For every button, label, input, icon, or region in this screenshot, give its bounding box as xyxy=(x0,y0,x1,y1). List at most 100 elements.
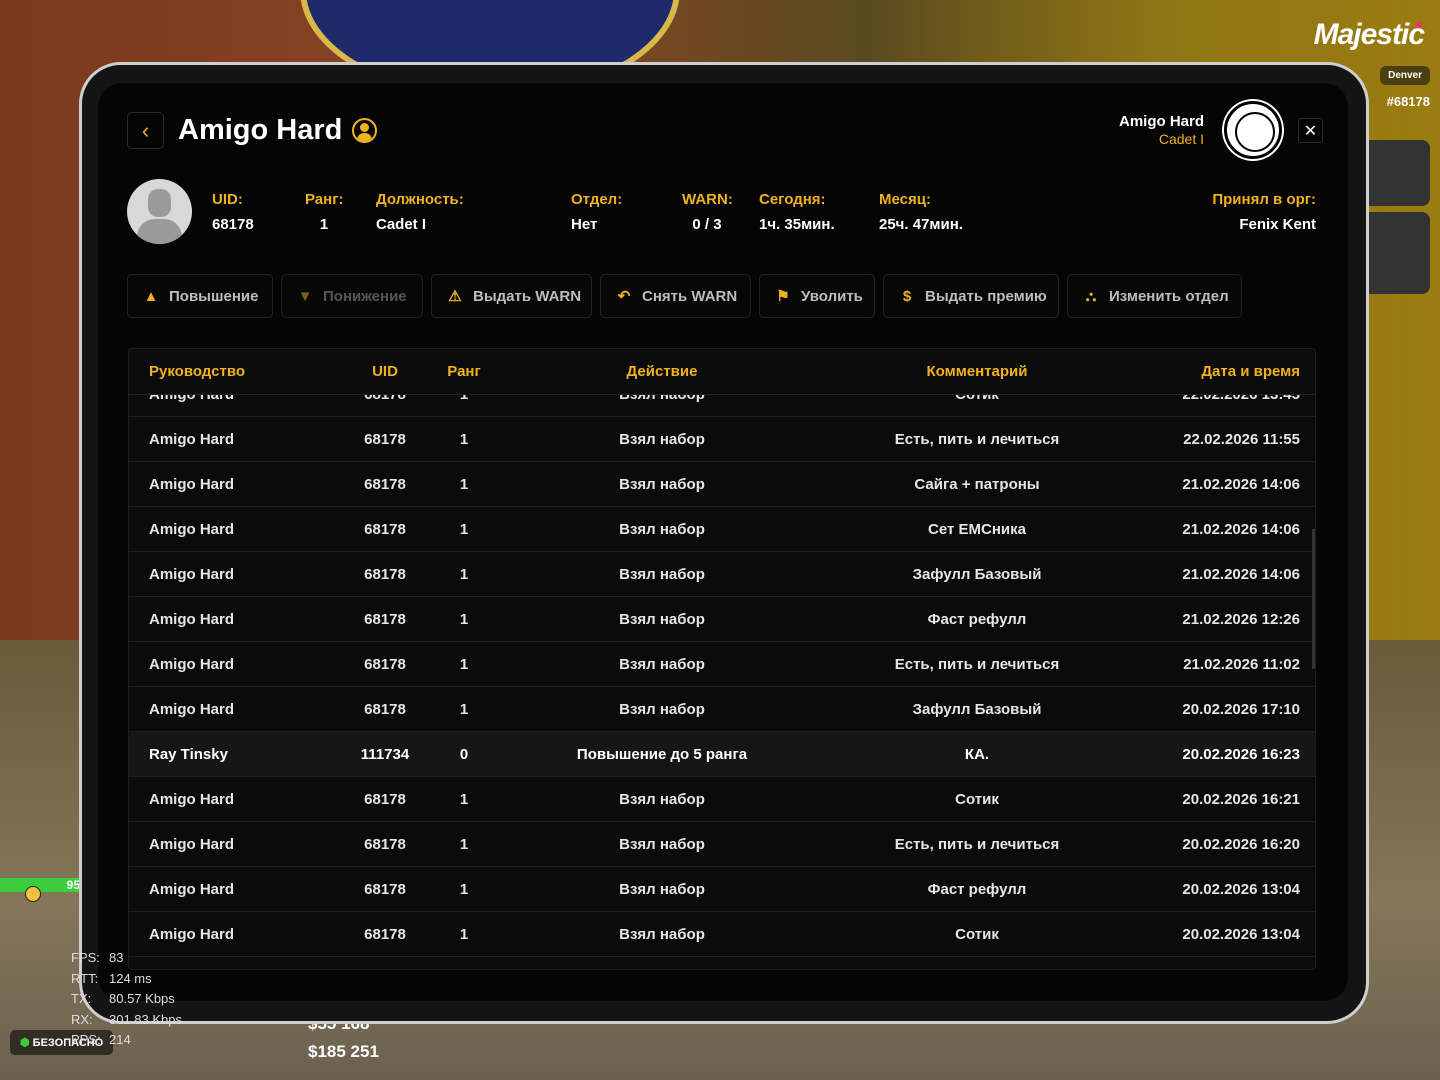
info-label: Месяц: xyxy=(879,191,931,208)
page-title: Amigo Hard xyxy=(178,114,343,146)
cell-uid: 111734 xyxy=(360,745,410,763)
table-row: Amigo Hard 68178 1 Взял набор Есть, пить и л… xyxy=(129,417,1315,462)
undo-arrow-icon: ↶ xyxy=(617,288,631,305)
cell-uid: 68178 xyxy=(364,700,406,718)
cell-action: Взял набор xyxy=(619,655,705,673)
cell-datetime: 20.02.2026 17:10 xyxy=(1182,700,1300,718)
info-value: 1ч. 35мин. xyxy=(759,216,835,233)
server-name: Denver xyxy=(1380,66,1430,85)
table-scrollbar[interactable] xyxy=(1312,529,1315,669)
cell-manager: Amigo Hard xyxy=(149,925,235,943)
stat-label: PPS: xyxy=(71,1032,101,1047)
stat-value: 301.83 Kbps xyxy=(109,1011,183,1027)
cell-action: Взял набор xyxy=(619,880,705,898)
column-header-comment: Комментарий xyxy=(926,363,1028,380)
stat-label: RTT: xyxy=(71,970,99,986)
cell-uid: 68178 xyxy=(364,565,406,583)
table-row: Ray Tinsky 111734 0 Повышение до 5 ранга КА.… xyxy=(129,732,1315,777)
remove-warn-button[interactable]: ↶ Снять WARN xyxy=(600,274,751,318)
cell-action: Взял набор xyxy=(619,835,705,853)
majestic-logo: Majestic xyxy=(1313,18,1425,51)
cell-datetime: 20.02.2026 16:23 xyxy=(1182,745,1300,763)
bank-amount: $185 251 xyxy=(308,1042,379,1061)
side-notice-card[interactable] xyxy=(1368,212,1430,294)
cell-comment: Зафулл Базовый xyxy=(912,565,1042,583)
give-warn-button[interactable]: ⚠ Выдать WARN xyxy=(431,274,592,318)
info-value: 25ч. 47мин. xyxy=(879,216,963,233)
stat-line: PPS: 214 xyxy=(71,1030,182,1051)
cell-datetime: 21.02.2026 14:06 xyxy=(1182,520,1300,538)
arrow-up-icon: ▲ xyxy=(143,287,159,305)
cell-comment: КА. xyxy=(964,745,990,763)
give-bonus-button[interactable]: $ Выдать премию xyxy=(883,274,1059,318)
cell-comment: Фаст рефулл xyxy=(927,880,1027,898)
demote-button[interactable]: ▼ Понижение xyxy=(281,274,423,318)
table-body[interactable]: Amigo Hard681781Взял наборСотик22.02.202… xyxy=(129,395,1315,969)
cell-action: Взял набор xyxy=(619,520,705,538)
info-value: 1 xyxy=(319,216,329,233)
cell-action: Взял набор xyxy=(619,610,705,628)
dismiss-button[interactable]: ⚑ Уволить xyxy=(759,274,875,318)
cell-rank: 0 xyxy=(459,745,469,763)
cell-rank: 1 xyxy=(459,925,469,943)
cell-action: Взял набор xyxy=(619,925,705,943)
column-header-uid: UID xyxy=(372,363,398,380)
button-label: Понижение xyxy=(323,287,407,305)
stat-label: FPS: xyxy=(71,950,100,965)
button-label: Уволить xyxy=(801,287,863,305)
info-value: Cadet I xyxy=(376,216,427,233)
table-row: Amigo Hard 68178 1 Взял набор Есть, пить и л… xyxy=(129,822,1315,867)
stat-line: RTT: 124 ms xyxy=(71,969,182,990)
cell-datetime: 20.02.2026 13:04 xyxy=(1182,880,1300,898)
cell-manager: Amigo Hard xyxy=(149,700,235,718)
table-row: Amigo Hard 68178 1 Взял набор Сайга + патрон… xyxy=(129,462,1315,507)
cell-uid: 68178 xyxy=(364,655,406,673)
cell-action: Взял набор xyxy=(619,700,705,718)
avatar xyxy=(127,179,192,244)
cell-rank: 1 xyxy=(459,610,469,628)
side-info-card[interactable] xyxy=(1368,140,1430,206)
button-label: Изменить отдел xyxy=(1109,287,1229,305)
cell-comment: Зафулл Базовый xyxy=(912,700,1042,718)
cell-comment: Сотик xyxy=(825,395,1129,403)
current-user-rank: Cadet I xyxy=(1158,131,1204,147)
cell-manager: Ray Tinsky xyxy=(149,745,228,763)
column-header-rank: Ранг xyxy=(447,363,481,380)
cell-uid: 68178 xyxy=(364,475,406,493)
table-row: Amigo Hard 68178 1 Взял набор Есть, пить и л… xyxy=(129,642,1315,687)
cell-uid: 68178 xyxy=(364,880,406,898)
info-label: Сегодня: xyxy=(759,191,826,208)
promote-button[interactable]: ▲ Повышение xyxy=(127,274,273,318)
table-row: Amigo Hard 68178 1 Взял набор Зафулл Базовый… xyxy=(129,687,1315,732)
cell-manager: Amigo Hard xyxy=(149,655,235,673)
info-month: Месяц: 25ч. 47мин. xyxy=(879,191,963,233)
info-label: Принял в орг: xyxy=(1212,191,1316,208)
cell-rank: 1 xyxy=(459,430,469,448)
cell-rank: 1 xyxy=(459,655,469,673)
cell-action: Взял набор xyxy=(619,565,705,583)
cell-uid: 68178 xyxy=(364,520,406,538)
info-value: 68178 xyxy=(212,216,254,233)
cell-manager: Amigo Hard xyxy=(149,610,235,628)
user-icon xyxy=(352,118,377,143)
cell-action: Взял набор xyxy=(619,475,705,493)
stat-value: 214 xyxy=(109,1032,131,1047)
button-label: Снять WARN xyxy=(642,287,738,305)
cell-rank: 1 xyxy=(459,880,469,898)
change-department-button[interactable]: ⛬ Изменить отдел xyxy=(1067,274,1242,318)
table-row: Amigo Hard 68178 1 Взял набор Сет ЕМСника 21.… xyxy=(129,507,1315,552)
cell-manager: Amigo Hard xyxy=(149,565,235,583)
stat-line: FPS: 83 xyxy=(71,948,182,969)
cell-uid: 68178 xyxy=(364,790,406,808)
stat-value: 83 xyxy=(109,950,124,965)
cell-rank: 1 xyxy=(429,395,499,403)
stat-label: TX: xyxy=(71,991,92,1006)
cell-datetime: 21.02.2026 11:02 xyxy=(1183,655,1300,673)
info-warn: WARN: 0 / 3 xyxy=(682,191,733,233)
back-button[interactable]: ‹ xyxy=(127,112,164,149)
org-chart-icon: ⛬ xyxy=(1085,287,1097,305)
cell-action: Взял набор xyxy=(619,430,705,448)
close-button[interactable]: ✕ xyxy=(1298,118,1323,143)
stat-value: 124 ms xyxy=(109,970,152,986)
cell-rank: 1 xyxy=(459,565,469,583)
